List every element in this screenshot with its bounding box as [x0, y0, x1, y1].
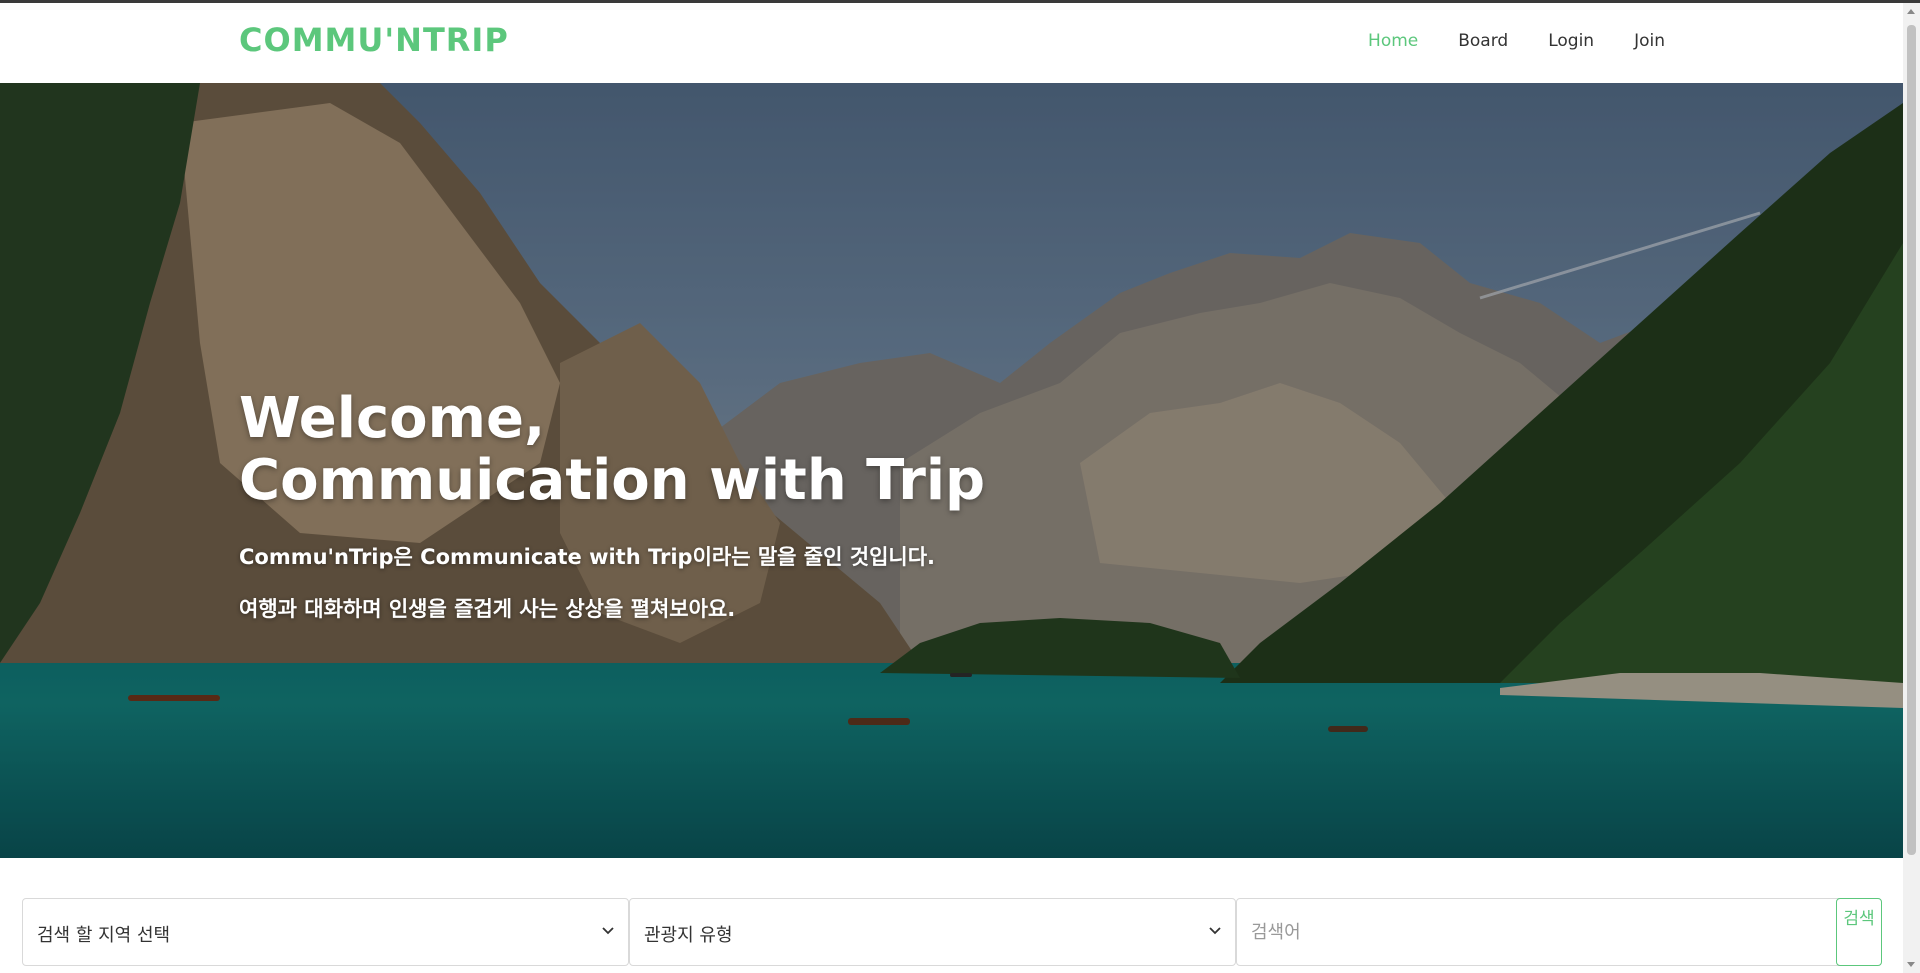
hero-title: Welcome, Commuication with Trip: [239, 388, 985, 512]
keyword-input[interactable]: [1236, 898, 1848, 966]
chevron-down-icon: [1209, 927, 1221, 935]
type-select-value: 관광지 유형: [644, 925, 733, 946]
hero-title-line2: Commuication with Trip: [239, 448, 986, 513]
nav-menu: Home Board Login Join: [1328, 31, 1665, 51]
type-select[interactable]: 관광지 유형: [629, 898, 1236, 966]
search-bar: 검색 할 지역 선택 관광지 유형 검색: [22, 898, 1882, 968]
search-button[interactable]: 검색: [1836, 898, 1882, 966]
hero-subtitle-2: 여행과 대화하며 인생을 즐겁게 사는 상상을 펼쳐보아요.: [239, 597, 736, 621]
nav-board[interactable]: Board: [1458, 31, 1508, 51]
navbar: COMMU'NTRIP Home Board Login Join: [0, 3, 1903, 83]
hero-title-line1: Welcome,: [239, 386, 546, 451]
scroll-down-arrow-icon[interactable]: [1907, 962, 1915, 967]
scroll-up-arrow-icon[interactable]: [1907, 9, 1915, 14]
region-select-value: 검색 할 지역 선택: [37, 925, 171, 946]
hero-banner: Welcome, Commuication with Trip Commu'nT…: [0, 83, 1903, 858]
region-select[interactable]: 검색 할 지역 선택: [22, 898, 629, 966]
brand-logo[interactable]: COMMU'NTRIP: [239, 21, 509, 59]
hero-subtitle-1: Commu'nTrip은 Communicate with Trip이라는 말을…: [239, 545, 936, 569]
nav-join[interactable]: Join: [1634, 31, 1665, 51]
page-scrollbar[interactable]: [1903, 3, 1920, 973]
nav-login[interactable]: Login: [1548, 31, 1594, 51]
scroll-thumb[interactable]: [1907, 25, 1916, 855]
nav-home[interactable]: Home: [1368, 31, 1418, 51]
chevron-down-icon: [602, 927, 614, 935]
